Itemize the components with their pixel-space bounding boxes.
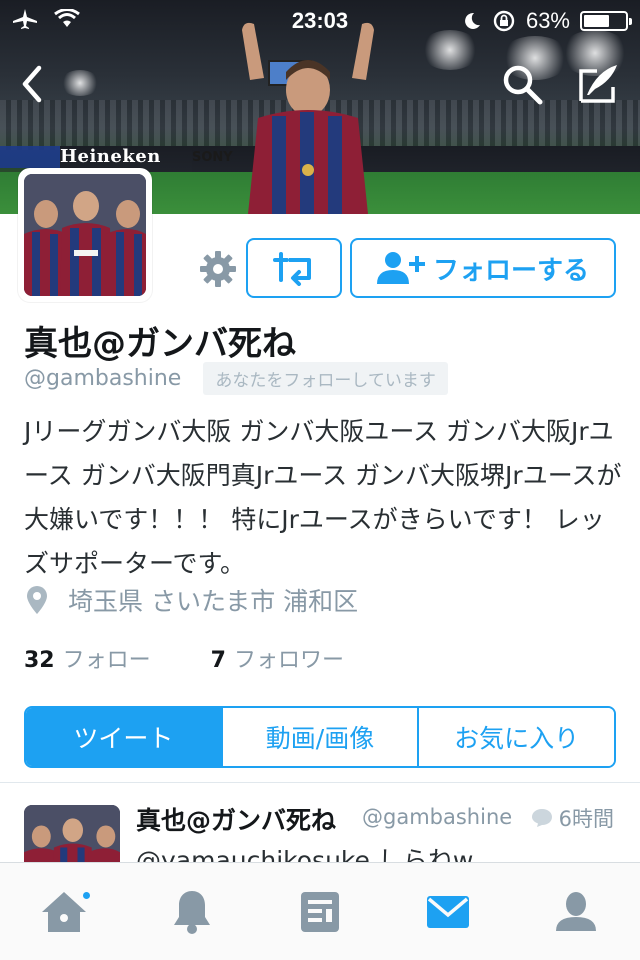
tab-media[interactable]: 動画/画像 [220, 708, 418, 766]
battery-percent: 63% [525, 8, 570, 33]
tweet-item[interactable]: 真也@ガンバ死ね @gambashine 6時間 @yamauchikosuke… [0, 783, 640, 863]
followers-label: フォロワー [233, 648, 344, 673]
tabbar-messages[interactable] [408, 872, 488, 952]
messages-icon [427, 895, 469, 928]
profile-location: 埼玉県 さいたま市 浦和区 [26, 582, 358, 618]
followers-stat[interactable]: 7 フォロワー [211, 642, 344, 674]
tweet-timestamp: 6時間 [531, 803, 614, 833]
avatar-image [24, 174, 146, 296]
profile-tabs: ツイート 動画/画像 お気に入り [24, 706, 616, 768]
tweet-avatar[interactable] [24, 805, 120, 863]
handle-row: @gambashine あなたをフォローしています [24, 362, 448, 395]
chevron-left-icon [22, 65, 42, 103]
profile-bio: Jリーグガンバ大阪 ガンバ大阪ユース ガンバ大阪Jrユース ガンバ大阪門真Jrユ… [24, 417, 622, 578]
follow-button-label: フォローする [432, 255, 589, 286]
settings-button[interactable] [196, 247, 240, 291]
tabbar-moments[interactable] [280, 872, 360, 952]
tweet-author-name: 真也@ガンバ死ね [136, 806, 337, 835]
followers-count: 7 [210, 648, 226, 673]
tab-favorites[interactable]: お気に入り [417, 708, 614, 766]
compose-tweet-button[interactable] [572, 58, 624, 110]
gear-icon [200, 251, 236, 287]
following-label: フォロー [62, 648, 151, 673]
tweet-text: @yamauchikosuke しらねw [136, 846, 474, 863]
tweet-author-handle: @gambashine [362, 805, 513, 829]
notifications-icon [174, 890, 210, 934]
profile-avatar[interactable] [18, 168, 152, 302]
rotation-lock-icon [493, 10, 515, 32]
follow-button[interactable]: フォローする [350, 238, 616, 298]
battery-icon [580, 11, 632, 31]
search-button[interactable] [496, 58, 548, 110]
profile-name: 真也@ガンバ死ね [24, 324, 296, 364]
add-user-icon [376, 252, 425, 284]
reply-bubble-icon [531, 809, 552, 827]
moments-icon [301, 891, 339, 932]
profile-stats: 32 フォロー 7 フォロワー [24, 642, 344, 674]
add-to-list-button[interactable] [246, 238, 342, 298]
following-stat[interactable]: 32 フォロー [24, 642, 151, 674]
profile-icon [556, 891, 596, 931]
location-text: 埼玉県 さいたま市 浦和区 [68, 587, 359, 616]
tweet-time-text: 6時間 [558, 807, 614, 831]
compose-quill-icon [579, 65, 617, 103]
location-pin-icon [27, 586, 47, 614]
tabbar-notifications[interactable] [152, 872, 232, 952]
home-badge-dot [81, 889, 92, 901]
following-count: 32 [24, 648, 55, 673]
bottom-tab-bar [0, 862, 640, 960]
banner-player-figure [242, 22, 374, 214]
search-icon [503, 65, 543, 105]
follows-you-badge: あなたをフォローしています [203, 362, 448, 395]
back-button[interactable] [6, 58, 58, 110]
status-bar: 23:03 63% [0, 0, 640, 40]
tab-tweets[interactable]: ツイート [26, 708, 221, 766]
do-not-disturb-icon [465, 12, 480, 29]
tabbar-profile[interactable] [536, 872, 616, 952]
tabbar-home[interactable] [24, 872, 104, 952]
profile-handle: @gambashine [24, 366, 182, 391]
tweet-avatar-image [24, 805, 120, 863]
add-to-list-icon [273, 252, 311, 286]
